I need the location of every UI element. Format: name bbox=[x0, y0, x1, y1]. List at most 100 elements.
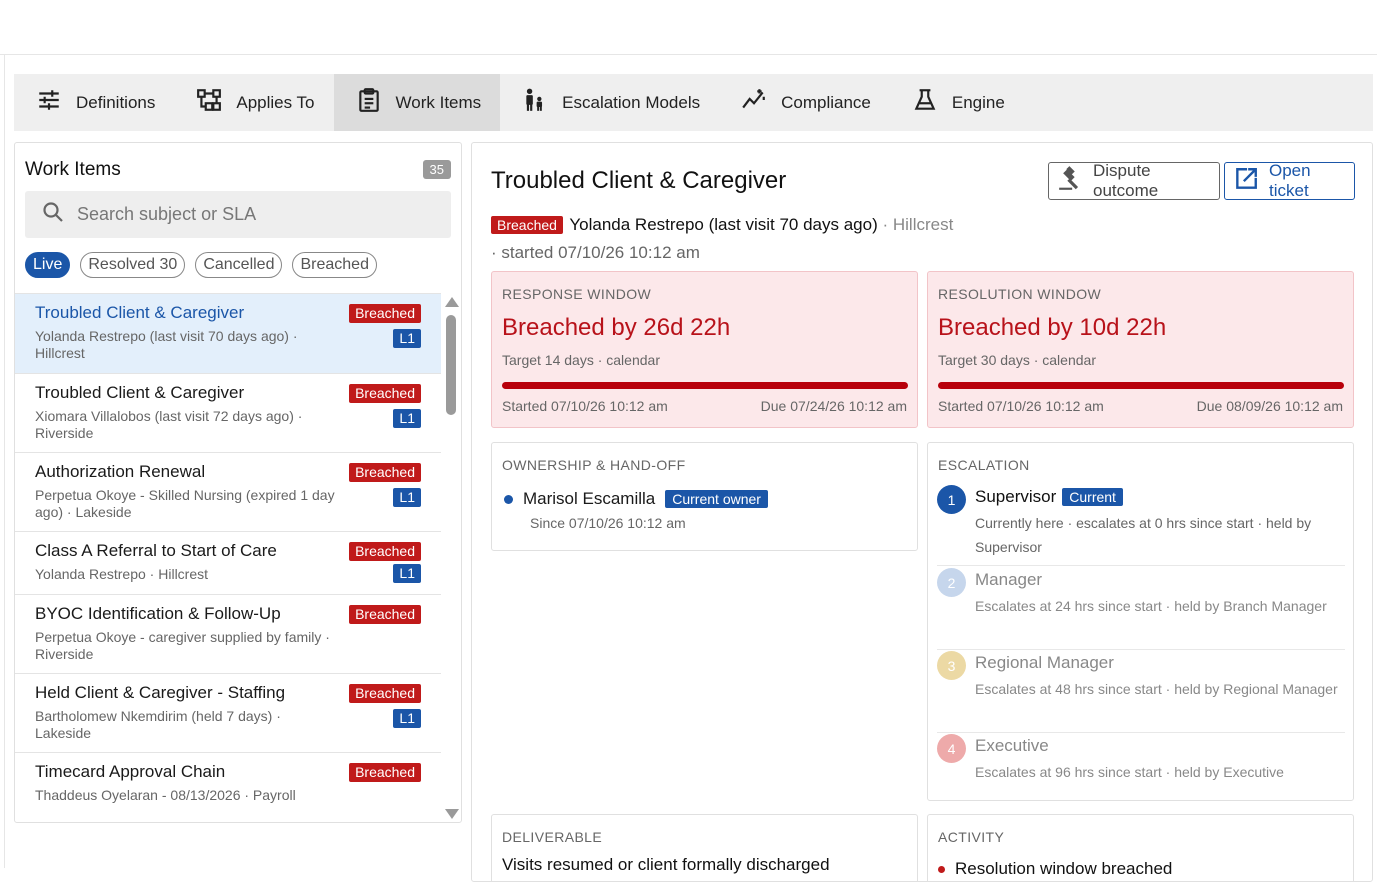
step-description: Escalates at 48 hrs since start · held b… bbox=[975, 681, 1338, 697]
item-meta: Yolanda Restrepo (last visit 70 days ago… bbox=[35, 328, 298, 361]
status-badge: Breached bbox=[349, 684, 421, 703]
target-text: Target 30 days · calendar bbox=[938, 352, 1096, 368]
status-badge: Breached bbox=[491, 216, 563, 234]
search-icon bbox=[41, 200, 65, 229]
activity-card: ACTIVITY Resolution window breached bbox=[927, 814, 1354, 881]
scroll-thumb[interactable] bbox=[446, 315, 456, 415]
step-number: 2 bbox=[937, 568, 966, 597]
tab-label: Compliance bbox=[781, 92, 871, 112]
list-item[interactable]: BYOC Identification & Follow-Up Perpetua… bbox=[15, 595, 441, 674]
tab-label: Escalation Models bbox=[562, 92, 701, 112]
scroll-up-icon[interactable] bbox=[445, 297, 459, 307]
activity-text: Resolution window breached bbox=[955, 859, 1173, 878]
step-name: Executive bbox=[975, 736, 1049, 755]
tab-label: Work Items bbox=[395, 92, 482, 112]
button-label: Open ticket bbox=[1269, 161, 1311, 200]
sliders-icon bbox=[36, 87, 62, 118]
status-badge: Breached bbox=[349, 384, 421, 403]
card-label: ACTIVITY bbox=[938, 829, 1005, 845]
level-badge: L1 bbox=[393, 329, 421, 348]
detail-title: Troubled Client & Caregiver bbox=[491, 167, 787, 194]
tab-compliance[interactable]: Compliance bbox=[719, 74, 890, 131]
step-description: Escalates at 24 hrs since start · held b… bbox=[975, 598, 1327, 614]
escalation-card: ESCALATION 1 Supervisor Current Currentl… bbox=[927, 442, 1354, 801]
step-number: 4 bbox=[937, 734, 966, 763]
progress-bar bbox=[502, 382, 908, 389]
activity-item: Resolution window breached bbox=[938, 859, 1172, 879]
escalation-step: 3 Regional Manager Escalates at 48 hrs s… bbox=[937, 651, 1345, 733]
list-item[interactable]: Timecard Approval Chain Thaddeus Oyelara… bbox=[15, 753, 441, 815]
item-meta: Yolanda Restrepo · Hillcrest bbox=[35, 566, 209, 582]
deliverable-card: DELIVERABLE Visits resumed or client for… bbox=[491, 814, 918, 881]
filter-chips: Live Resolved 30 Cancelled Breached bbox=[25, 252, 377, 278]
owner-row: Marisol Escamilla Current owner bbox=[504, 489, 768, 509]
list-item[interactable]: Class A Referral to Start of Care Yoland… bbox=[15, 532, 441, 595]
escalation-step: 4 Executive Escalates at 96 hrs since st… bbox=[937, 734, 1345, 794]
filter-live[interactable]: Live bbox=[25, 252, 71, 278]
client-name: Yolanda Restrepo (last visit 70 days ago… bbox=[569, 215, 878, 234]
step-name: Manager bbox=[975, 570, 1043, 589]
level-badge: L1 bbox=[393, 409, 421, 428]
item-meta: Xiomara Villalobos (last visit 72 days a… bbox=[35, 408, 303, 441]
list-item[interactable]: Held Client & Caregiver - Staffing Barth… bbox=[15, 674, 441, 753]
step-description: Escalates at 96 hrs since start · held b… bbox=[975, 764, 1284, 780]
breach-headline: Breached by 10d 22h bbox=[938, 314, 1167, 341]
tab-label: Applies To bbox=[236, 92, 315, 112]
bullet-icon bbox=[938, 865, 945, 873]
resolution-window-card: RESOLUTION WINDOW Breached by 10d 22h Ta… bbox=[927, 271, 1354, 428]
step-number: 3 bbox=[937, 651, 966, 680]
tab-label: Definitions bbox=[76, 92, 156, 112]
search-input[interactable] bbox=[77, 204, 437, 225]
level-badge: L1 bbox=[393, 488, 421, 507]
step-number: 1 bbox=[937, 485, 966, 514]
list-item[interactable]: Troubled Client & Caregiver Xiomara Vill… bbox=[15, 374, 441, 453]
filter-resolved[interactable]: Resolved 30 bbox=[80, 252, 186, 278]
status-badge: Breached bbox=[349, 304, 421, 323]
filter-cancelled[interactable]: Cancelled bbox=[195, 252, 283, 278]
panel-title: Work Items bbox=[25, 159, 121, 180]
list-item[interactable]: Troubled Client & Caregiver Yolanda Rest… bbox=[15, 294, 441, 374]
dispute-outcome-button[interactable]: Dispute outcome bbox=[1048, 161, 1220, 200]
main-tab-bar: Definitions Applies To Work Items Escala… bbox=[14, 74, 1373, 131]
item-meta: Perpetua Okoye - caregiver supplied by f… bbox=[35, 629, 330, 662]
left-edge-rail bbox=[0, 55, 5, 868]
card-label: DELIVERABLE bbox=[502, 829, 603, 845]
button-label: Dispute outcome bbox=[1093, 161, 1159, 200]
scroll-down-icon[interactable] bbox=[445, 809, 459, 819]
item-meta: Thaddeus Oyelaran - 08/13/2026 · Payroll bbox=[35, 787, 296, 803]
tab-escalation-models[interactable]: Escalation Models bbox=[500, 74, 719, 131]
step-name-row: Supervisor Current bbox=[975, 487, 1123, 507]
target-text: Target 14 days · calendar bbox=[502, 352, 660, 368]
clipboard-icon bbox=[356, 87, 382, 118]
step-name-row: Executive bbox=[975, 736, 1049, 756]
detail-summary: Breached Yolanda Restrepo (last visit 70… bbox=[491, 211, 991, 267]
due-text: Due 07/24/26 10:12 am bbox=[760, 398, 907, 414]
work-item-detail-panel: Troubled Client & Caregiver Dispute outc… bbox=[471, 142, 1373, 882]
location-text: · Hillcrest bbox=[882, 215, 954, 234]
card-label: ESCALATION bbox=[938, 457, 1030, 473]
open-external-icon bbox=[1233, 166, 1259, 197]
flask-icon bbox=[912, 87, 938, 118]
filter-breached[interactable]: Breached bbox=[292, 252, 377, 278]
tab-applies-to[interactable]: Applies To bbox=[174, 74, 333, 131]
tab-work-items[interactable]: Work Items bbox=[333, 74, 501, 131]
tab-engine[interactable]: Engine bbox=[890, 74, 1024, 131]
status-badge: Breached bbox=[349, 763, 421, 782]
card-label: RESPONSE WINDOW bbox=[502, 286, 652, 302]
work-items-list: Troubled Client & Caregiver Yolanda Rest… bbox=[15, 293, 441, 815]
list-item[interactable]: Authorization Renewal Perpetua Okoye - S… bbox=[15, 453, 441, 532]
tab-definitions[interactable]: Definitions bbox=[14, 74, 174, 131]
list-scrollbar[interactable] bbox=[443, 293, 461, 821]
level-badge: L1 bbox=[393, 564, 421, 583]
due-text: Due 08/09/26 10:12 am bbox=[1196, 398, 1343, 414]
step-name-row: Regional Manager bbox=[975, 653, 1114, 673]
step-description: Currently here · escalates at 0 hrs sinc… bbox=[975, 515, 1312, 555]
hierarchy-icon bbox=[196, 87, 222, 118]
since-text: Since 07/10/26 10:12 am bbox=[530, 515, 686, 531]
open-ticket-button[interactable]: Open ticket bbox=[1224, 161, 1355, 200]
escalation-step: 2 Manager Escalates at 24 hrs since star… bbox=[937, 568, 1345, 650]
search-box bbox=[25, 191, 451, 238]
started-text: Started 07/10/26 10:12 am bbox=[938, 398, 1104, 414]
trend-line-icon bbox=[741, 87, 767, 118]
step-name: Supervisor bbox=[975, 487, 1057, 506]
